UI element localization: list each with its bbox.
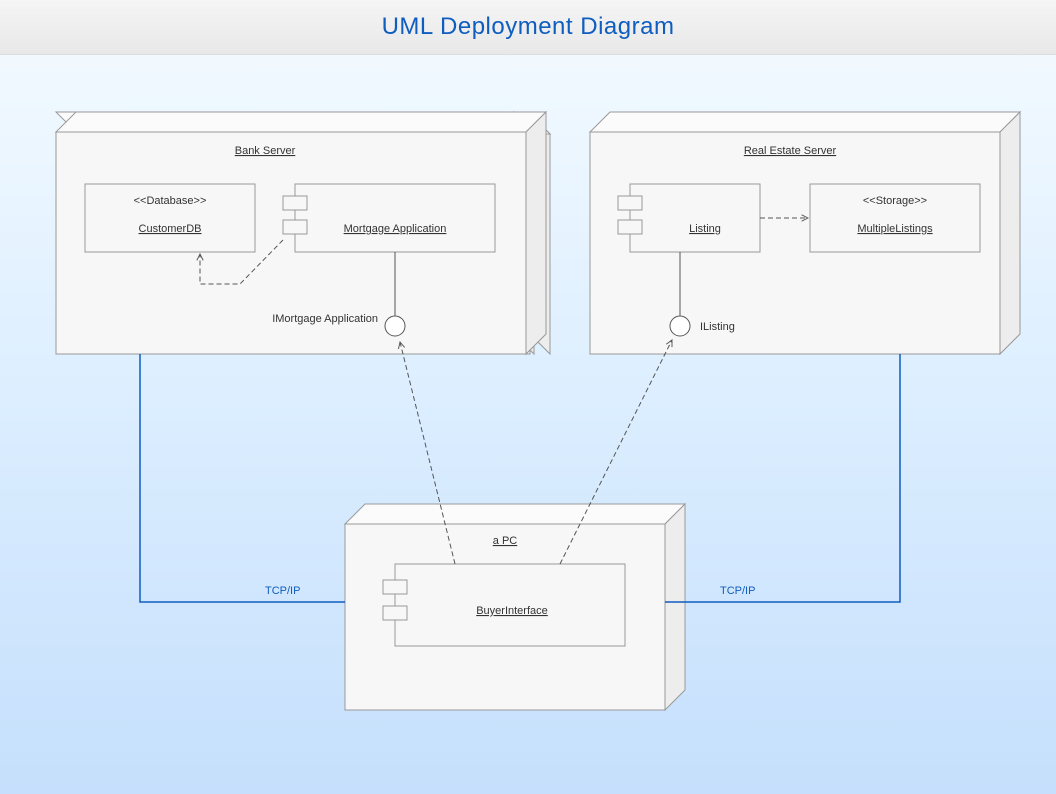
diagram-canvas: Bank Server <<Database>> CustomerDB Mort… [0,54,1056,794]
buyerinterface-label: BuyerInterface [476,605,548,617]
title-bar: UML Deployment Diagram [0,0,1056,55]
iface-listing-label: IListing [700,321,735,333]
bank-server-label: Bank Server [235,145,296,157]
mortgage-label: Mortgage Application [344,223,447,235]
realestate-server-node: Real Estate Server Listing <<Storage>> M… [590,112,1020,354]
iface-mortgage-label: IMortgage Application [272,313,378,325]
listing-label: Listing [689,223,721,235]
component-multiplelistings: <<Storage>> MultipleListings [810,184,980,252]
page-title: UML Deployment Diagram [382,13,675,41]
conn-tcpip-right-label: TCP/IP [720,585,755,597]
customerdb-stereotype: <<Database>> [134,195,207,207]
component-listing: Listing [618,184,760,252]
pc-node: a PC BuyerInterface [345,504,685,710]
pc-label: a PC [493,535,518,547]
conn-tcpip-right [665,354,900,602]
conn-tcpip-left-label: TCP/IP [265,585,300,597]
iface-listing-ball [670,316,690,336]
component-customerdb: <<Database>> CustomerDB [85,184,255,252]
bank-server-node: Bank Server <<Database>> CustomerDB Mort… [56,112,546,354]
conn-tcpip-left [140,354,345,602]
realestate-label: Real Estate Server [744,145,837,157]
iface-mortgage-ball [385,316,405,336]
multiplelistings-stereotype: <<Storage>> [863,195,927,207]
component-buyerinterface: BuyerInterface [383,564,625,646]
component-mortgage: Mortgage Application [283,184,495,252]
customerdb-label: CustomerDB [139,223,202,235]
multiplelistings-label: MultipleListings [857,223,933,235]
